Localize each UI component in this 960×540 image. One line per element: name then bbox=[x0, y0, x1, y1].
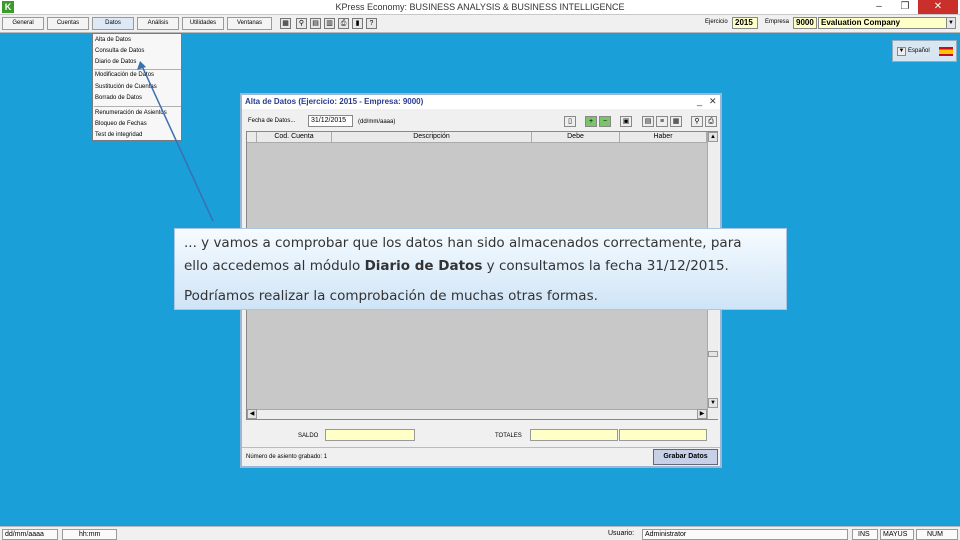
callout-line-2-start: ello accedemos al módulo bbox=[184, 258, 361, 274]
callout-line-2-end: y consultamos la fecha 31/12/2015. bbox=[486, 258, 729, 274]
callout-line-2: ello accedemos al módulo Diario de Datos… bbox=[184, 255, 729, 278]
usuario-label: Usuario: bbox=[608, 530, 635, 537]
status-bar: dd/mm/aaaa hh:mm Usuario: Administrator … bbox=[0, 526, 960, 540]
num-indicator: NUM bbox=[916, 529, 958, 540]
callout-line-1: ... y vamos a comprobar que los datos ha… bbox=[184, 235, 742, 251]
mayus-indicator: MAYUS bbox=[880, 529, 914, 540]
callout-module-name: Diario de Datos bbox=[364, 258, 483, 274]
date-format-box: dd/mm/aaaa bbox=[2, 529, 58, 540]
ins-indicator: INS bbox=[852, 529, 878, 540]
callout-line-3: Podríamos realizar la comprobación de mu… bbox=[184, 288, 598, 304]
arrow-line bbox=[141, 65, 214, 222]
time-format-box: hh:mm bbox=[62, 529, 117, 540]
usuario-value: Administrator bbox=[642, 529, 848, 540]
tutorial-callout: ... y vamos a comprobar que los datos ha… bbox=[174, 228, 787, 310]
arrow-head bbox=[137, 61, 146, 70]
